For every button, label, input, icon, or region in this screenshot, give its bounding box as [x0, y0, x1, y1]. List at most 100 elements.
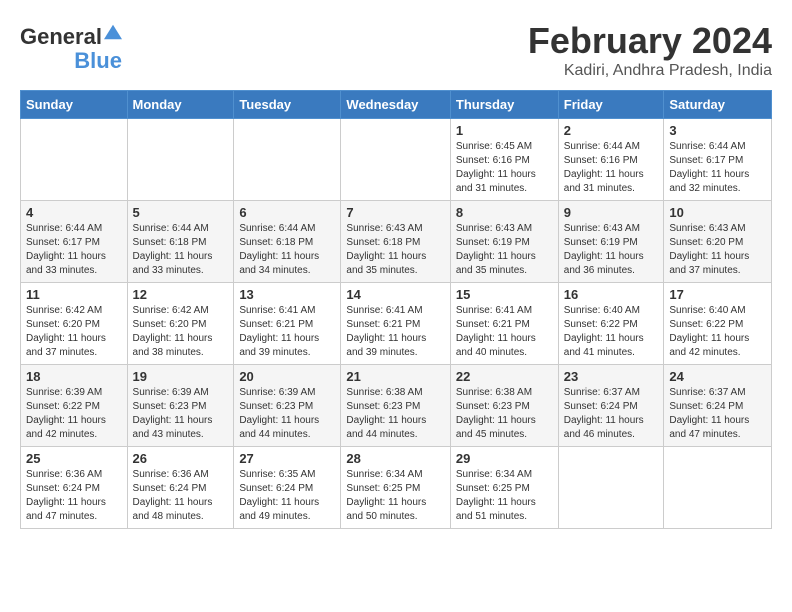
- day-info: Sunrise: 6:44 AM Sunset: 6:18 PM Dayligh…: [133, 222, 229, 278]
- day-info: Sunrise: 6:44 AM Sunset: 6:16 PM Dayligh…: [564, 140, 659, 196]
- calendar-cell: 25 Sunrise: 6:36 AM Sunset: 6:24 PM Dayli…: [21, 447, 128, 529]
- calendar-cell: 20Sunrise: 6:39 AM Sunset: 6:23 PM Dayli…: [234, 365, 341, 447]
- day-number: 5: [133, 205, 229, 220]
- day-info: Sunrise: 6:45 AM Sunset: 6:16 PM Dayligh…: [456, 140, 553, 196]
- day-info: Sunrise: 6:41 AM Sunset: 6:21 PM Dayligh…: [239, 304, 335, 360]
- calendar-cell: 18Sunrise: 6:39 AM Sunset: 6:22 PM Dayli…: [21, 365, 128, 447]
- day-info: Sunrise: 6:37 AM Sunset: 6:24 PM Dayligh…: [564, 386, 659, 442]
- day-info: Sunrise: 6:40 AM Sunset: 6:22 PM Dayligh…: [669, 304, 766, 360]
- weekday-header-friday: Friday: [558, 91, 664, 119]
- calendar-cell: 11 Sunrise: 6:42 AM Sunset: 6:20 PM Dayli…: [21, 283, 128, 365]
- day-info: Sunrise: 6:39 AM Sunset: 6:23 PM Dayligh…: [133, 386, 229, 442]
- logo-text-general: General: [20, 25, 102, 49]
- day-number: 26: [133, 451, 229, 466]
- calendar-week-row: 1 Sunrise: 6:45 AM Sunset: 6:16 PM Daylig…: [21, 119, 772, 201]
- subtitle: Kadiri, Andhra Pradesh, India: [528, 62, 772, 80]
- calendar-cell: 6 Sunrise: 6:44 AM Sunset: 6:18 PM Daylig…: [234, 201, 341, 283]
- title-area: February 2024 Kadiri, Andhra Pradesh, In…: [528, 20, 772, 80]
- calendar-cell: 24 Sunrise: 6:37 AM Sunset: 6:24 PM Dayli…: [664, 365, 772, 447]
- day-info: Sunrise: 6:38 AM Sunset: 6:23 PM Dayligh…: [456, 386, 553, 442]
- day-info: Sunrise: 6:37 AM Sunset: 6:24 PM Dayligh…: [669, 386, 766, 442]
- day-number: 6: [239, 205, 335, 220]
- calendar-cell: [341, 119, 450, 201]
- calendar-cell: [21, 119, 128, 201]
- day-info: Sunrise: 6:44 AM Sunset: 6:18 PM Dayligh…: [239, 222, 335, 278]
- calendar-cell: 5 Sunrise: 6:44 AM Sunset: 6:18 PM Daylig…: [127, 201, 234, 283]
- logo: General Blue: [20, 25, 122, 73]
- day-number: 19: [133, 369, 229, 384]
- day-number: 8: [456, 205, 553, 220]
- day-number: 15: [456, 287, 553, 302]
- day-info: Sunrise: 6:42 AM Sunset: 6:20 PM Dayligh…: [26, 304, 122, 360]
- calendar-cell: [127, 119, 234, 201]
- day-number: 28: [346, 451, 444, 466]
- day-number: 22: [456, 369, 553, 384]
- main-title: February 2024: [528, 20, 772, 62]
- day-info: Sunrise: 6:44 AM Sunset: 6:17 PM Dayligh…: [26, 222, 122, 278]
- day-number: 17: [669, 287, 766, 302]
- day-number: 3: [669, 123, 766, 138]
- calendar-cell: 7 Sunrise: 6:43 AM Sunset: 6:18 PM Daylig…: [341, 201, 450, 283]
- day-info: Sunrise: 6:41 AM Sunset: 6:21 PM Dayligh…: [346, 304, 444, 360]
- calendar-cell: 28 Sunrise: 6:34 AM Sunset: 6:25 PM Dayli…: [341, 447, 450, 529]
- calendar-cell: 27 Sunrise: 6:35 AM Sunset: 6:24 PM Dayli…: [234, 447, 341, 529]
- calendar-week-row: 4 Sunrise: 6:44 AM Sunset: 6:17 PM Daylig…: [21, 201, 772, 283]
- weekday-header-sunday: Sunday: [21, 91, 128, 119]
- weekday-header-row: SundayMondayTuesdayWednesdayThursdayFrid…: [21, 91, 772, 119]
- calendar-cell: 29 Sunrise: 6:34 AM Sunset: 6:25 PM Dayli…: [450, 447, 558, 529]
- day-info: Sunrise: 6:36 AM Sunset: 6:24 PM Dayligh…: [26, 468, 122, 524]
- calendar-cell: 2 Sunrise: 6:44 AM Sunset: 6:16 PM Daylig…: [558, 119, 664, 201]
- day-info: Sunrise: 6:34 AM Sunset: 6:25 PM Dayligh…: [456, 468, 553, 524]
- calendar-cell: 23 Sunrise: 6:37 AM Sunset: 6:24 PM Dayli…: [558, 365, 664, 447]
- day-number: 4: [26, 205, 122, 220]
- day-number: 29: [456, 451, 553, 466]
- day-info: Sunrise: 6:43 AM Sunset: 6:20 PM Dayligh…: [669, 222, 766, 278]
- day-info: Sunrise: 6:43 AM Sunset: 6:19 PM Dayligh…: [564, 222, 659, 278]
- calendar-cell: 9Sunrise: 6:43 AM Sunset: 6:19 PM Daylig…: [558, 201, 664, 283]
- day-number: 7: [346, 205, 444, 220]
- day-info: Sunrise: 6:40 AM Sunset: 6:22 PM Dayligh…: [564, 304, 659, 360]
- calendar-week-row: 25 Sunrise: 6:36 AM Sunset: 6:24 PM Dayli…: [21, 447, 772, 529]
- calendar-cell: 3Sunrise: 6:44 AM Sunset: 6:17 PM Daylig…: [664, 119, 772, 201]
- day-number: 1: [456, 123, 553, 138]
- calendar-cell: 8 Sunrise: 6:43 AM Sunset: 6:19 PM Daylig…: [450, 201, 558, 283]
- calendar-cell: 13 Sunrise: 6:41 AM Sunset: 6:21 PM Dayli…: [234, 283, 341, 365]
- calendar-cell: 15 Sunrise: 6:41 AM Sunset: 6:21 PM Dayli…: [450, 283, 558, 365]
- day-info: Sunrise: 6:35 AM Sunset: 6:24 PM Dayligh…: [239, 468, 335, 524]
- day-number: 11: [26, 287, 122, 302]
- calendar-cell: 19 Sunrise: 6:39 AM Sunset: 6:23 PM Dayli…: [127, 365, 234, 447]
- calendar-cell: 1 Sunrise: 6:45 AM Sunset: 6:16 PM Daylig…: [450, 119, 558, 201]
- calendar-cell: 12 Sunrise: 6:42 AM Sunset: 6:20 PM Dayli…: [127, 283, 234, 365]
- day-number: 16: [564, 287, 659, 302]
- weekday-header-thursday: Thursday: [450, 91, 558, 119]
- day-number: 27: [239, 451, 335, 466]
- day-number: 18: [26, 369, 122, 384]
- calendar-cell: 22 Sunrise: 6:38 AM Sunset: 6:23 PM Dayli…: [450, 365, 558, 447]
- day-number: 24: [669, 369, 766, 384]
- calendar-cell: 10 Sunrise: 6:43 AM Sunset: 6:20 PM Dayli…: [664, 201, 772, 283]
- day-info: Sunrise: 6:34 AM Sunset: 6:25 PM Dayligh…: [346, 468, 444, 524]
- calendar-cell: 26 Sunrise: 6:36 AM Sunset: 6:24 PM Dayli…: [127, 447, 234, 529]
- day-number: 2: [564, 123, 659, 138]
- day-info: Sunrise: 6:42 AM Sunset: 6:20 PM Dayligh…: [133, 304, 229, 360]
- day-number: 23: [564, 369, 659, 384]
- day-info: Sunrise: 6:43 AM Sunset: 6:18 PM Dayligh…: [346, 222, 444, 278]
- day-number: 21: [346, 369, 444, 384]
- day-number: 20: [239, 369, 335, 384]
- day-number: 12: [133, 287, 229, 302]
- calendar-cell: 16 Sunrise: 6:40 AM Sunset: 6:22 PM Dayli…: [558, 283, 664, 365]
- calendar-table: SundayMondayTuesdayWednesdayThursdayFrid…: [20, 90, 772, 529]
- calendar-cell: 17 Sunrise: 6:40 AM Sunset: 6:22 PM Dayli…: [664, 283, 772, 365]
- calendar-cell: [664, 447, 772, 529]
- day-info: Sunrise: 6:36 AM Sunset: 6:24 PM Dayligh…: [133, 468, 229, 524]
- calendar-cell: [558, 447, 664, 529]
- day-number: 13: [239, 287, 335, 302]
- logo-icon: [104, 23, 122, 41]
- day-info: Sunrise: 6:41 AM Sunset: 6:21 PM Dayligh…: [456, 304, 553, 360]
- day-number: 10: [669, 205, 766, 220]
- day-info: Sunrise: 6:43 AM Sunset: 6:19 PM Dayligh…: [456, 222, 553, 278]
- calendar-cell: 14 Sunrise: 6:41 AM Sunset: 6:21 PM Dayli…: [341, 283, 450, 365]
- weekday-header-wednesday: Wednesday: [341, 91, 450, 119]
- day-number: 25: [26, 451, 122, 466]
- day-number: 14: [346, 287, 444, 302]
